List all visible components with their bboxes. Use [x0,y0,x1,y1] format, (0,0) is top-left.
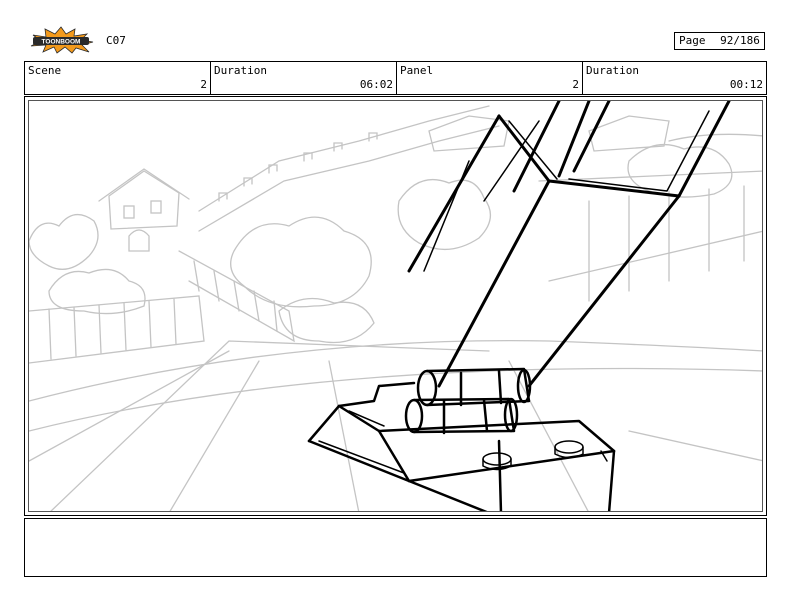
panel-label: Panel [400,64,434,77]
panel-duration-cell: Duration 00:12 [583,62,766,94]
panel-drawing-area [28,100,763,512]
page-value: 92/186 [720,34,760,47]
scene-value: 2 [200,78,207,91]
panel-value: 2 [572,78,579,91]
scene-label: Scene [28,64,62,77]
panel-info-bar: Scene 2 Duration 06:02 Panel 2 Duration … [24,61,767,95]
scene-cell: Scene 2 [25,62,211,94]
panel-duration-label: Duration [586,64,639,77]
page-label: Page [679,34,706,47]
panel-cell: Panel 2 [397,62,583,94]
foreground-machine [307,101,731,511]
page-indicator: Page 92/186 [674,32,765,50]
sequence-code: C07 [106,34,126,47]
panel-sketch [29,101,762,511]
scene-duration-cell: Duration 06:02 [211,62,397,94]
panel-duration-value: 00:12 [729,78,763,91]
scene-duration-value: 06:02 [359,78,393,91]
scene-duration-label: Duration [214,64,267,77]
logo-text: TOONBOOM [42,39,81,46]
panel-notes-box [24,518,767,577]
background-sketch [29,105,762,511]
storyboard-panel [24,96,767,516]
toonboom-logo: TOONBOOM [30,26,94,54]
